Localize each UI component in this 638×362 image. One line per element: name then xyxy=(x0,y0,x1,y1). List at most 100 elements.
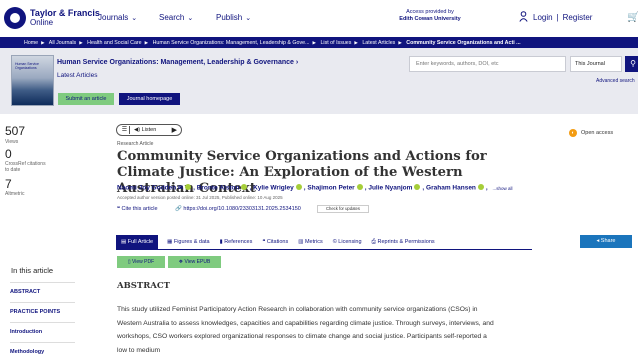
tab-full-article[interactable]: ▤ Full Article xyxy=(116,235,159,249)
crossref-label: CrossRef citations to date xyxy=(5,161,46,173)
share-icon: ◂ xyxy=(596,238,600,244)
altmetric-label: Altmetric xyxy=(5,191,25,197)
abstract-text: This study utilized Feminist Participato… xyxy=(117,306,494,354)
journal-cover[interactable]: Human Service Organizations xyxy=(11,55,54,106)
journal-homepage-button[interactable]: Journal homepage xyxy=(119,93,180,105)
separator: | xyxy=(556,13,559,22)
breadcrumb: Home ▶ All Journals ▶ Health and Social Ca… xyxy=(0,37,638,48)
login-register: Login | Register xyxy=(533,13,592,22)
orcid-icon[interactable] xyxy=(185,184,192,190)
menu-icon[interactable]: ☰ xyxy=(120,126,130,134)
cite-article-link[interactable]: ❝ Cite this article xyxy=(117,206,158,212)
play-icon[interactable]: ▶ xyxy=(172,126,177,135)
breadcrumb-issues[interactable]: List of Issues xyxy=(320,40,351,46)
breadcrumb-current: Community Service Organizations and Acti… xyxy=(406,40,521,46)
arrow-icon: ▶ xyxy=(354,40,358,45)
pdf-label: View PDF xyxy=(132,259,155,265)
epub-label: View EPUB xyxy=(184,259,211,265)
author-link[interactable]: Shajimon Peter xyxy=(307,185,354,192)
cover-title: Human Service Organizations xyxy=(15,62,39,70)
logo-icon xyxy=(4,7,26,29)
journal-title[interactable]: Human Service Organizations: Management,… xyxy=(57,59,298,66)
chevron-right-icon: › xyxy=(295,59,299,66)
cart-icon[interactable]: 🛒 xyxy=(627,12,638,23)
tab-underline xyxy=(116,249,532,250)
share-button[interactable]: ◂ Share xyxy=(580,235,632,248)
breadcrumb-home[interactable]: Home xyxy=(24,40,38,46)
chevron-down-icon: ⌄ xyxy=(131,15,138,22)
sidebar-item-abstract[interactable]: ABSTRACT xyxy=(10,282,75,302)
nav-journals[interactable]: Journals ⌄ xyxy=(98,13,137,22)
register-link[interactable]: Register xyxy=(563,13,593,22)
altmetric-count[interactable]: 7 xyxy=(5,177,12,191)
search-icon: ⚲ xyxy=(630,59,636,68)
author-link[interactable]: Graham Hansen xyxy=(426,185,476,192)
login-link[interactable]: Login xyxy=(533,13,553,22)
author-link[interactable]: Naomi Joy Godden xyxy=(117,185,176,192)
orcid-icon[interactable] xyxy=(414,184,421,190)
envelope-icon[interactable]: ✉ xyxy=(178,186,183,192)
submit-article-button[interactable]: Submit an article xyxy=(58,93,114,105)
tab-label: Figures & data xyxy=(173,239,210,245)
taylor-francis-logo[interactable]: Taylor & Francis Online xyxy=(4,7,100,29)
tab-licensing[interactable]: © Licensing xyxy=(333,239,362,245)
tab-label: Full Article xyxy=(127,239,154,245)
tab-figures-data[interactable]: ▦ Figures & data xyxy=(167,239,210,245)
access-org: Edith Cowan University xyxy=(399,16,461,22)
nav-search-label: Search xyxy=(159,13,185,22)
publication-dates: Accepted author version posted online: 3… xyxy=(117,195,283,200)
logo-line1: Taylor & Francis xyxy=(30,8,100,18)
search-input[interactable]: Enter keywords, authors, DOI, etc xyxy=(409,56,566,72)
author-link[interactable]: Kylie Wrigley xyxy=(253,185,294,192)
tab-citations[interactable]: ❝ Citations xyxy=(262,239,288,245)
orcid-icon[interactable] xyxy=(356,184,363,190)
abstract-heading: ABSTRACT xyxy=(117,281,170,291)
breadcrumb-health[interactable]: Health and Social Care xyxy=(87,40,141,46)
orcid-icon[interactable] xyxy=(295,184,302,190)
open-access-icon: ◐ xyxy=(569,129,577,137)
tab-references[interactable]: ▮ References xyxy=(220,239,253,245)
journal-title-label: Human Service Organizations: Management,… xyxy=(57,59,294,66)
orcid-icon[interactable] xyxy=(241,184,248,190)
chevron-down-icon: ⌄ xyxy=(245,15,252,22)
epub-icon: ❖ xyxy=(178,259,184,265)
breadcrumb-latest[interactable]: Latest Articles xyxy=(362,40,395,46)
check-for-updates-button[interactable]: Check for updates xyxy=(317,205,369,213)
open-access-label: Open access xyxy=(581,130,614,136)
nav-search[interactable]: Search ⌄ xyxy=(159,13,193,22)
crossref-count[interactable]: 0 xyxy=(5,147,12,161)
sidebar-item-introduction[interactable]: Introduction xyxy=(10,322,75,342)
tab-label: Reprints & Permissions xyxy=(377,238,435,245)
author-link[interactable]: Bronte Alston xyxy=(197,185,240,192)
breadcrumb-journal[interactable]: Human Service Organizations: Management,… xyxy=(153,40,310,46)
advanced-search-link[interactable]: Advanced search xyxy=(596,78,635,84)
arrow-icon: ▶ xyxy=(312,40,316,45)
speaker-icon: ◀) xyxy=(134,127,141,133)
view-pdf-button[interactable]: ▯ View PDF xyxy=(117,256,165,268)
author-link[interactable]: Julie Nyanjom xyxy=(368,185,412,192)
arrow-icon: ▶ xyxy=(144,40,149,45)
cite-label: Cite this article xyxy=(121,206,158,212)
user-icon[interactable] xyxy=(519,11,528,22)
search-scope-select[interactable]: This Journal xyxy=(570,56,622,72)
tab-reprints[interactable]: ⎙ Reprints & Permissions xyxy=(372,239,435,246)
sidebar-item-practice-points[interactable]: PRACTICE POINTS xyxy=(10,302,75,322)
listen-player[interactable]: ☰ ◀) Listen ▶ xyxy=(116,124,182,136)
nav-publish[interactable]: Publish ⌄ xyxy=(216,13,251,22)
arrow-icon: ▶ xyxy=(41,40,45,45)
listen-button[interactable]: ◀) Listen xyxy=(134,127,156,133)
pdf-icon: ▯ xyxy=(127,259,131,265)
access-label: Access provided by xyxy=(406,9,454,15)
listen-label: Listen xyxy=(141,127,157,133)
arrow-icon: ▶ xyxy=(398,40,402,45)
breadcrumb-all-journals[interactable]: All Journals xyxy=(49,40,76,46)
tab-label: References xyxy=(224,239,253,245)
tab-metrics[interactable]: ▥ Metrics xyxy=(298,239,322,245)
view-epub-button[interactable]: ❖ View EPUB xyxy=(168,256,221,268)
tab-label: Metrics xyxy=(304,239,323,245)
search-button[interactable]: ⚲ xyxy=(625,56,638,72)
show-all-authors-link[interactable]: ...show all xyxy=(493,186,513,191)
sidebar-item-methodology[interactable]: Methodology xyxy=(10,342,75,362)
orcid-icon[interactable] xyxy=(477,184,484,190)
doi-link[interactable]: 🔗 https://doi.org/10.1080/23303131.2025.… xyxy=(175,206,301,212)
